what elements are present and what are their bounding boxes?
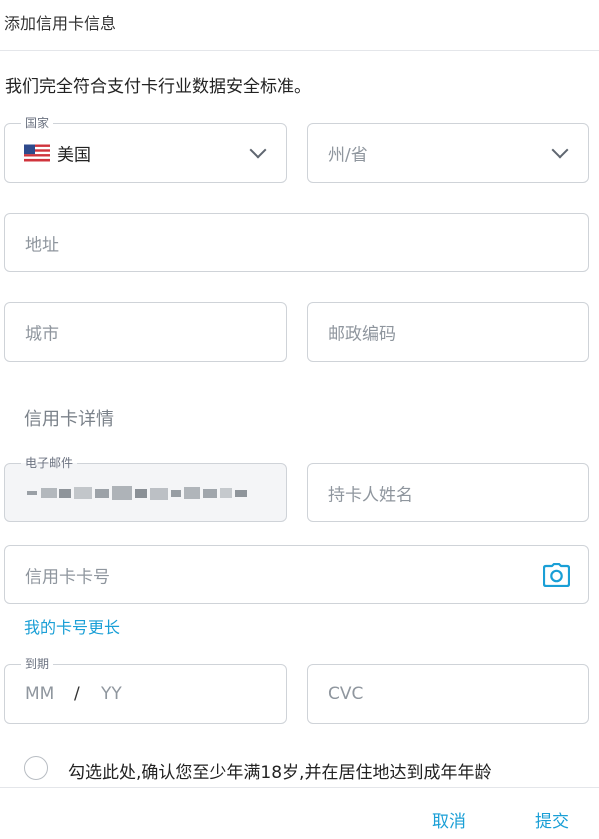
email-field: 电子邮件 [4,455,287,522]
country-value: 美国 [57,145,91,166]
cardholder-name-placeholder: 持卡人姓名 [328,485,413,505]
address-input[interactable]: 地址 [4,213,589,272]
security-notice: 我们完全符合支付卡行业数据安全标准。 [5,77,311,97]
country-select[interactable]: 国家 美国 [4,115,287,183]
cancel-button[interactable]: 取消 [432,807,466,832]
city-placeholder: 城市 [25,324,59,345]
age-consent-label: 勾选此处,确认您至少年满18岁,并在居住地达到成年年龄 [68,763,492,783]
cardholder-name-input[interactable]: 持卡人姓名 [307,463,589,522]
expiry-separator: / [74,684,80,704]
expiry-input[interactable]: 到期 MM / YY [4,656,287,724]
dialog-footer: 取消 提交 [0,787,599,839]
cvc-placeholder: CVC [328,684,364,704]
postal-code-placeholder: 邮政编码 [328,324,396,345]
redacted-email [27,485,247,500]
dialog-title: 添加信用卡信息 [4,14,117,33]
camera-icon[interactable] [543,562,570,587]
dialog-header: 添加信用卡信息 [0,0,599,51]
card-details-title: 信用卡详情 [24,409,114,430]
us-flag-icon [24,144,50,162]
expiry-year-placeholder: YY [101,684,122,704]
longer-card-number-link[interactable]: 我的卡号更长 [24,614,120,638]
age-consent-radio[interactable] [24,756,48,780]
expiry-month-placeholder: MM [25,684,55,704]
state-select[interactable]: 州/省 [307,123,589,183]
chevron-down-icon [249,141,267,159]
city-input[interactable]: 城市 [4,302,287,362]
cvc-input[interactable]: CVC [307,664,589,724]
expiry-legend: 到期 [21,656,54,672]
country-legend: 国家 [21,115,54,131]
card-number-placeholder: 信用卡卡号 [25,567,110,587]
address-placeholder: 地址 [25,235,59,255]
card-number-input[interactable]: 信用卡卡号 [4,545,589,604]
state-placeholder: 州/省 [328,145,368,166]
email-legend: 电子邮件 [21,455,78,471]
chevron-down-icon [551,141,569,159]
postal-code-input[interactable]: 邮政编码 [307,302,589,362]
submit-button[interactable]: 提交 [535,807,569,832]
